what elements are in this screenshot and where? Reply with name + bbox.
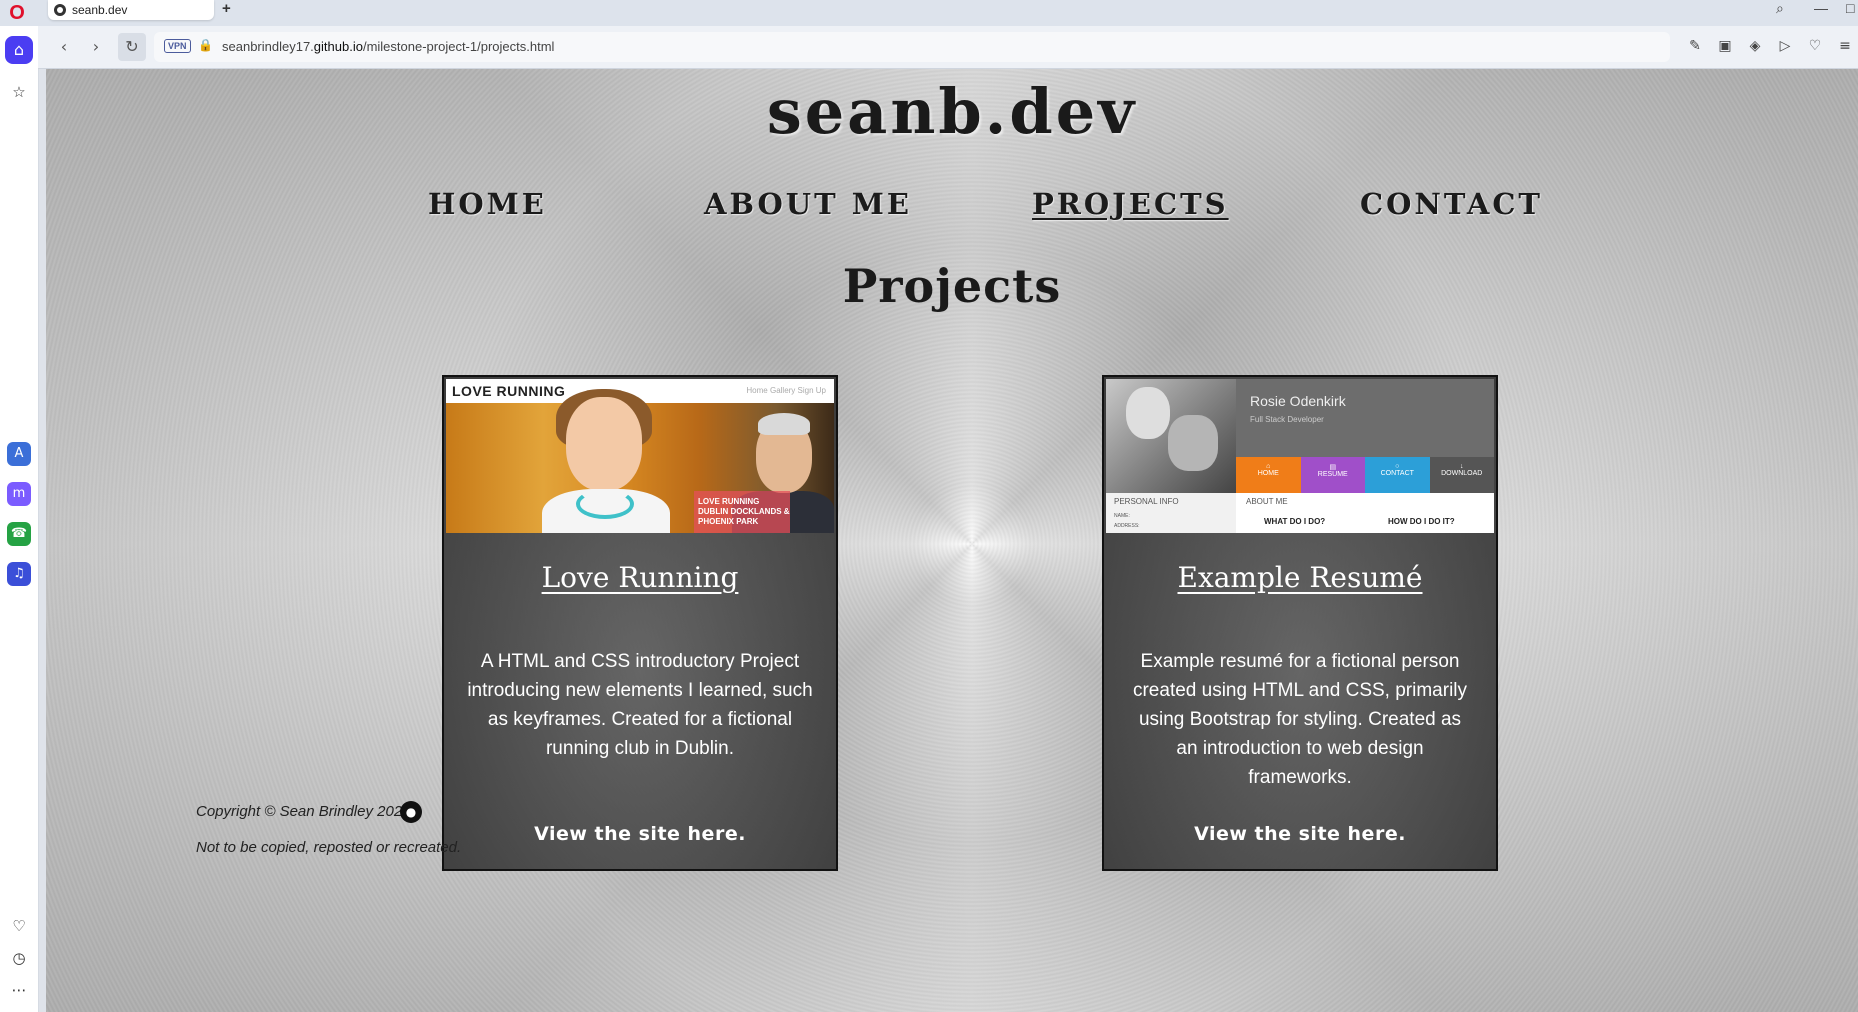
main-nav: HOME ABOUT ME PROJECTS CONTACT — [46, 187, 1858, 227]
resume-tiles: ⌂ HOME ▤ RESUME ○ CONTACT ↓ DOWNLOAD — [1236, 457, 1494, 493]
tab-title: seanb.dev — [72, 3, 128, 17]
browser-sidebar: ⌂ ☆ A m ☎ ♫ ♡ ◷ ⋯ — [0, 26, 39, 1012]
edit-icon[interactable]: ✎ — [1686, 37, 1704, 55]
project-card-example-resume: Rosie Odenkirk Full Stack Developer ⌂ HOM… — [1102, 375, 1498, 871]
app-store-icon[interactable]: A — [7, 442, 31, 466]
camera-icon[interactable]: ▣ — [1716, 37, 1734, 55]
runners-photo: LOVE RUNNING DUBLIN DOCKLANDS & PHOENIX … — [446, 389, 834, 533]
resume-role: Full Stack Developer — [1250, 415, 1324, 424]
whatsapp-icon[interactable]: ☎ — [7, 522, 31, 546]
project-card-love-running: LOVE RUNNING Home Gallery Sign Up LOVE R… — [442, 375, 838, 871]
github-icon[interactable]: ● — [400, 801, 422, 823]
star-icon[interactable]: ☆ — [9, 82, 29, 102]
rosie-photo — [1106, 379, 1236, 493]
music-player-icon[interactable]: ♫ — [7, 562, 31, 586]
url-field[interactable]: VPN 🔒 seanbrindley17.github.io/milestone… — [154, 32, 1670, 62]
card-title[interactable]: Example Resumé — [1104, 561, 1496, 594]
search-tabs-icon[interactable]: ⌕ — [1776, 0, 1784, 17]
copyright-text: Copyright © Sean Brindley 2024 — [196, 803, 411, 820]
card-description: Example resumé for a fictional person cr… — [1132, 651, 1468, 788]
messenger-icon[interactable]: m — [7, 482, 31, 506]
tile-resume: ▤ RESUME — [1300, 457, 1365, 493]
new-tab-button[interactable]: + — [222, 0, 231, 17]
site-brand[interactable]: seanb.dev — [46, 75, 1858, 148]
thumb-badge: LOVE RUNNING DUBLIN DOCKLANDS & PHOENIX … — [694, 491, 790, 533]
view-site-link[interactable]: View the site here. — [444, 823, 836, 845]
url-text[interactable]: seanbrindley17.github.io/milestone-proje… — [222, 39, 554, 54]
copy-notice: Not to be copied, reposted or recreated. — [196, 839, 462, 856]
reload-icon[interactable]: ↻ — [122, 37, 142, 57]
tile-download: ↓ DOWNLOAD — [1429, 457, 1494, 493]
github-favicon-icon — [54, 4, 66, 16]
nav-projects[interactable]: PROJECTS — [1032, 187, 1229, 221]
nav-home[interactable]: HOME — [428, 187, 547, 221]
nav-contact[interactable]: CONTACT — [1360, 187, 1543, 221]
tab-seanb-dev[interactable]: seanb.dev — [48, 0, 214, 20]
view-site-link[interactable]: View the site here. — [1104, 823, 1496, 845]
play-icon[interactable]: ▷ — [1776, 37, 1794, 55]
opera-logo-icon[interactable]: O — [7, 3, 27, 23]
thumb-site-title: LOVE RUNNING — [452, 383, 566, 399]
love-running-thumbnail[interactable]: LOVE RUNNING Home Gallery Sign Up LOVE R… — [446, 379, 834, 533]
minimize-icon[interactable]: — — [1814, 0, 1828, 16]
menu-icon[interactable]: ≡ — [1836, 37, 1854, 55]
vpn-badge[interactable]: VPN — [164, 39, 191, 53]
more-options-icon[interactable]: ⋯ — [9, 980, 29, 1000]
toolbar-icons: ✎ ▣ ◈ ▷ ♡ ≡ ☺ — [1686, 37, 1858, 55]
tile-contact: ○ CONTACT — [1365, 457, 1430, 493]
nav-about-me[interactable]: ABOUT ME — [704, 187, 912, 221]
page-title: Projects — [842, 259, 1062, 313]
heart-icon[interactable]: ♡ — [9, 916, 29, 936]
card-description: A HTML and CSS introductory Project intr… — [467, 651, 813, 759]
home-icon[interactable]: ⌂ — [5, 36, 33, 64]
heart-icon[interactable]: ♡ — [1806, 37, 1824, 55]
resume-banner: Rosie Odenkirk Full Stack Developer — [1236, 379, 1494, 457]
history-icon[interactable]: ◷ — [9, 948, 29, 968]
page-viewport: seanb.dev HOME ABOUT ME PROJECTS CONTACT… — [46, 69, 1858, 1012]
thumb-menu: Home Gallery Sign Up — [746, 386, 826, 395]
tile-home: ⌂ HOME — [1236, 457, 1301, 493]
card-title[interactable]: Love Running — [444, 561, 836, 594]
tab-bar: O seanb.dev + ⌕ — □ — [0, 0, 1858, 26]
resume-thumbnail[interactable]: Rosie Odenkirk Full Stack Developer ⌂ HOM… — [1106, 379, 1494, 533]
back-icon[interactable]: ‹ — [54, 37, 74, 57]
maximize-icon[interactable]: □ — [1846, 0, 1854, 16]
resume-lower: PERSONAL INFO NAME: ADDRESS: ABOUT ME WH… — [1106, 493, 1494, 533]
shield-icon[interactable]: ◈ — [1746, 37, 1764, 55]
lock-icon[interactable]: 🔒 — [198, 38, 213, 52]
address-bar: ‹ › ↻ VPN 🔒 seanbrindley17.github.io/mil… — [38, 26, 1858, 69]
forward-icon[interactable]: › — [86, 37, 106, 57]
resume-name: Rosie Odenkirk — [1250, 393, 1346, 409]
